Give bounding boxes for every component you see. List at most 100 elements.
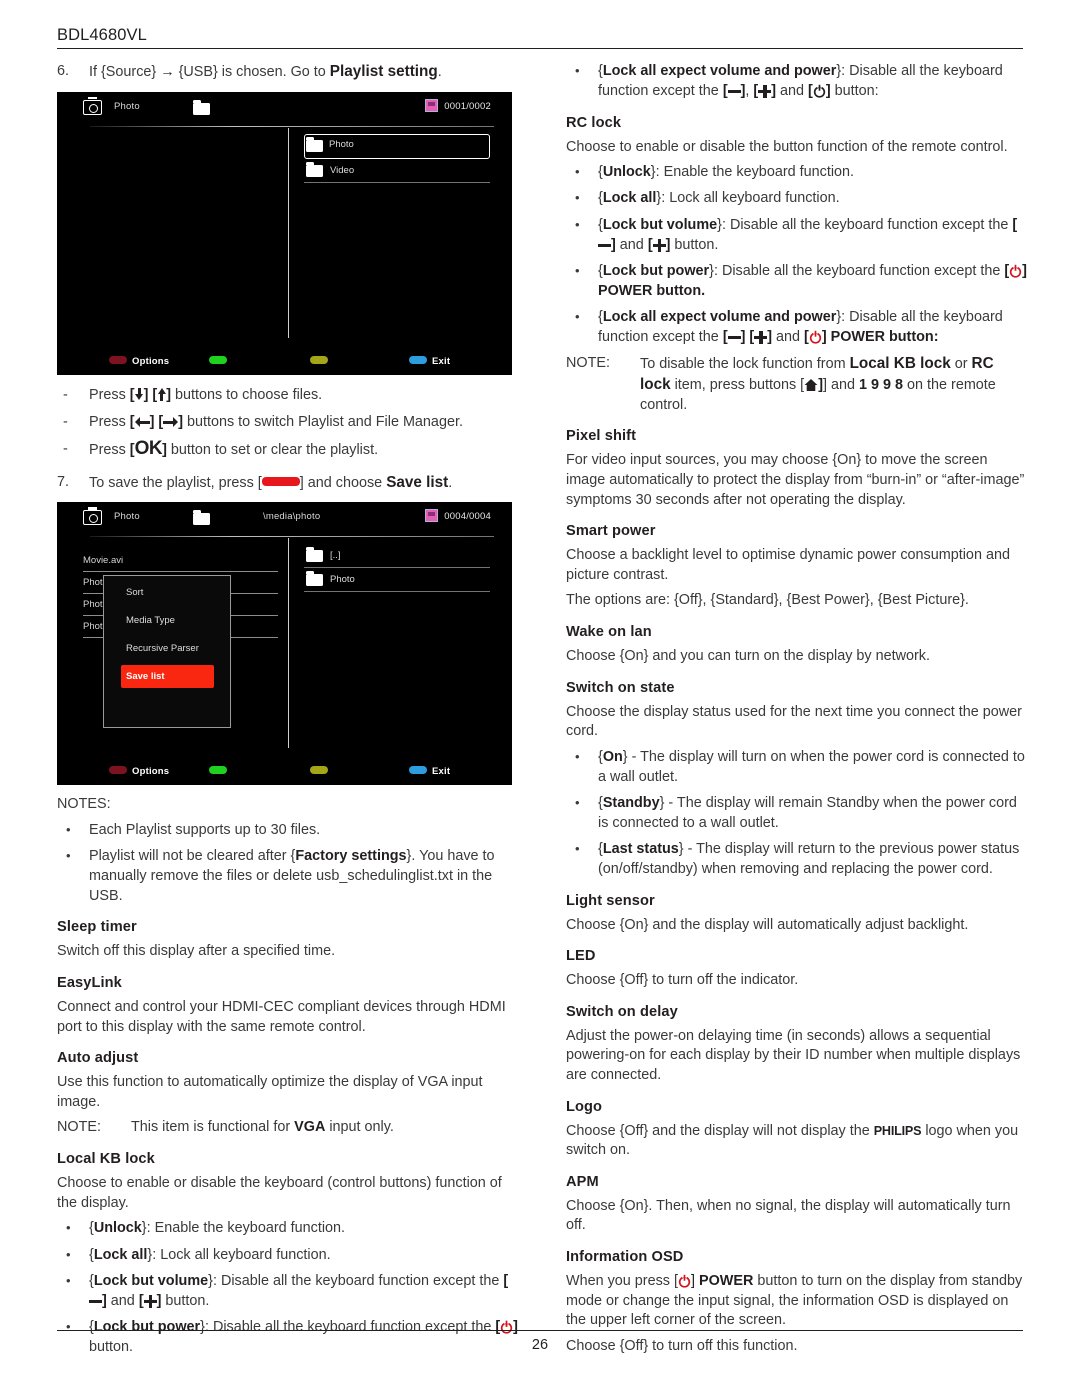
home-icon [804,378,818,392]
folder-icon [306,547,323,563]
body-switch-on-delay: Adjust the power-on delaying time (in se… [566,1027,1021,1083]
osd2-exit-label: Exit [432,766,451,778]
osd2-folder-list: [..] Photo [304,544,490,593]
info-osd-text-pre: When you press [ [566,1272,678,1289]
plus-key-icon [652,238,666,252]
note-item-playlist-limit: Each Playlist supports up to 30 files. [57,820,519,841]
osd1-item-video[interactable]: Video [304,159,490,183]
power-icon [809,330,822,344]
popup-item-save-list[interactable]: Save list [121,665,214,689]
note-code: 1 9 9 8 [859,376,904,393]
rc-lock-options: {Unlock}: Enable the keyboard function. … [566,162,1028,347]
popup-item-recursive-parser[interactable]: Recursive Parser [104,637,230,660]
option-desc: : Lock all keyboard function. [661,190,840,207]
osd2-folder-parent[interactable]: [..] [304,544,490,569]
option-lock-all-expect: {Lock all expect volume and power}: Disa… [566,61,1028,102]
option-desc: : Enable the keyboard function. [146,1220,346,1237]
heading-logo: Logo [566,1098,603,1115]
osd1-page-count: 0001/0002 [444,100,491,112]
instruction-choose-files: - Press [] [] buttons to choose files. [57,385,519,406]
blue-button-icon[interactable] [409,766,427,775]
osd2-folder-label: [..] [330,550,341,562]
osd1-bottombar: Options Exit [57,345,512,375]
plus-key-icon [758,84,772,98]
step-6-bold: Playlist setting [329,63,438,80]
osd1-item-list: Photo Video [304,133,490,183]
switch-on-state-options: {On} - The display will turn on when the… [566,747,1028,880]
popup-item-media-type[interactable]: Media Type [104,609,230,632]
heading-auto-adjust: Auto adjust [57,1050,139,1067]
popup-item-sort[interactable]: Sort [104,581,230,604]
osd2-page-count: 0004/0004 [444,511,491,523]
heading-switch-on-state: Switch on state [566,679,675,696]
note-label: NOTE: [57,1119,101,1136]
minus-key-icon [727,86,741,97]
step-6-text-b: {USB} is chosen. Go to [174,64,330,80]
option-label: Lock but volume [93,1273,209,1290]
right-column: {Lock all expect volume and power}: Disa… [566,61,1028,1356]
option-label: Unlock [93,1220,142,1237]
heading-light-sensor: Light sensor [566,892,655,909]
heading-local-kb-lock: Local KB lock [57,1151,155,1168]
green-button-icon[interactable] [209,355,227,364]
body-auto-adjust: Use this function to automatically optim… [57,1074,483,1110]
osd-screenshot-savelist: Photo \media\photo 0004/0004 Movie.avi P… [57,502,512,786]
dash-marker: - [63,386,68,403]
osd2-file-row[interactable]: Movie.avi [83,550,278,573]
option-label: Lock but volume [602,216,718,233]
blue-button-icon[interactable] [409,355,427,364]
note-text-d: ] and [822,376,859,393]
osd1-item-photo[interactable]: Photo [304,133,490,159]
osd2-bottombar: Options Exit [57,755,512,785]
green-button-icon[interactable] [209,766,227,775]
body-logo: Choose {Off} and the display will not di… [566,1122,1028,1161]
switch-option-standby: {Standby} - The display will remain Stan… [566,793,1028,834]
osd1-options-label: Options [132,355,170,367]
red-button-icon[interactable] [109,766,127,775]
heading-information-osd: Information OSD [566,1248,684,1265]
step-7-number: 7. [57,473,70,490]
osd-screenshot-playlist: Photo 0001/0002 Photo Video Options Exit [57,91,512,375]
note-text-pre: Playlist will not be cleared after { [89,848,296,865]
page-header: BDL4680VL [57,26,1023,49]
option-label: Standby [602,794,660,811]
arrow-down-icon [135,387,144,401]
heading-wake-on-lan: Wake on lan [566,624,652,641]
switch-option-last-status: {Last status} - The display will return … [566,839,1028,880]
body-sleep-timer: Switch off this display after a specifie… [57,943,336,960]
rc-option-lock-but-volume: {Lock but volume}: Disable all the keybo… [566,215,1028,256]
image-icon [425,509,438,523]
heading-smart-power: Smart power [566,523,656,540]
yellow-button-icon[interactable] [310,355,328,364]
arrow-left-icon [134,417,150,428]
yellow-button-icon[interactable] [310,766,328,775]
plus-key-icon [143,1294,157,1308]
red-button-icon[interactable] [109,355,127,364]
step-7-text-pre: To save the playlist, press [ [89,474,262,491]
step-7: 7. To save the playlist, press [] and cho… [57,473,519,494]
osd1-vertical-divider [288,127,290,338]
power-icon [678,1274,691,1288]
body-wake-on-lan: Choose {On} and you can turn on the disp… [566,648,930,665]
note-text-bold: Factory settings [295,848,407,865]
heading-switch-on-delay: Switch on delay [566,1003,678,1020]
option-lock-all: {Lock all}: Lock all keyboard function. [57,1245,519,1266]
logo-text-pre: Choose {Off} and the display will not di… [566,1122,874,1139]
osd2-folder-photo[interactable]: Photo [304,568,490,593]
note-text-or: or [950,356,972,373]
osd1-divider [90,125,494,127]
osd1-topbar: Photo 0001/0002 [57,92,512,127]
left-column: 6. If {Source} → {USB} is chosen. Go to P… [57,62,519,1364]
note-text-bold: VGA [294,1119,326,1136]
minus-key-icon [89,1296,102,1307]
note-text-a: To disable the lock function from [640,356,850,373]
osd1-item-label: Video [330,164,355,176]
step-6: 6. If {Source} → {USB} is chosen. Go to P… [57,62,519,83]
note-text-pre: This item is functional for [131,1119,295,1136]
dash-text-pre: Press [89,441,130,458]
note-text: Each Playlist supports up to 30 files. [89,821,321,838]
folder-icon [193,99,210,115]
option-label: Unlock [602,164,651,181]
option-label: On [602,748,623,765]
step-6-text-c: . [437,64,442,80]
